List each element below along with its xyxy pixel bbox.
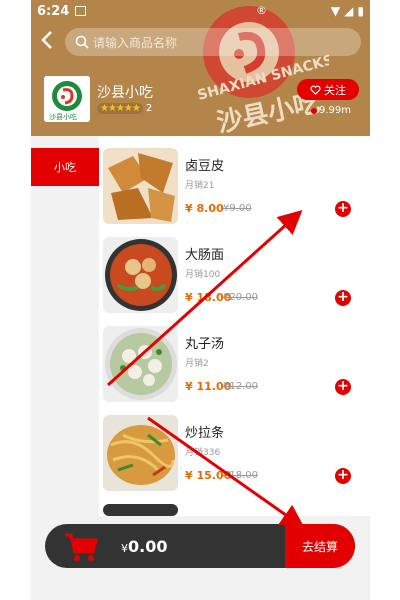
product-original-price: ¥18.00 bbox=[223, 470, 258, 481]
distance-value: 9.99m bbox=[319, 105, 352, 116]
cart-total-value: 0.00 bbox=[128, 537, 168, 556]
plus-icon: + bbox=[337, 289, 349, 305]
currency-symbol: ¥ bbox=[185, 291, 193, 304]
product-item[interactable]: 大肠面 月销100 ¥ 18.00 ¥20.00 + bbox=[99, 229, 370, 317]
product-original-price: ¥9.00 bbox=[223, 203, 252, 214]
category-sidebar: 小吃 bbox=[31, 136, 99, 516]
rating-count: 2 bbox=[145, 103, 153, 114]
product-sales: 月销21 bbox=[185, 181, 215, 191]
product-item[interactable]: 丸子汤 月销2 ¥ 11.00 ¥12.00 + bbox=[99, 318, 370, 406]
wifi-icon: ▼ bbox=[330, 4, 341, 18]
status-bar: 6:24 ® ▼ ◢ ▮ bbox=[31, 0, 370, 24]
product-item[interactable]: 炒拉条 月销336 ¥ 15.00 ¥18.00 + bbox=[99, 407, 370, 495]
cart-bar[interactable]: ¥0.00 去结算 bbox=[45, 524, 355, 568]
image-notification-icon bbox=[75, 6, 86, 16]
search-icon bbox=[75, 35, 89, 49]
product-sales: 月销100 bbox=[185, 270, 221, 280]
shopping-cart-icon[interactable] bbox=[63, 530, 99, 562]
battery-icon: ▮ bbox=[357, 4, 364, 18]
add-to-cart-button[interactable]: + bbox=[335, 379, 351, 395]
back-button[interactable] bbox=[40, 30, 62, 54]
store-rating: ★★★★★ 2 bbox=[97, 103, 152, 114]
plus-icon: + bbox=[337, 378, 349, 394]
product-item[interactable]: 卤豆皮 月销21 ¥ 8.00 ¥9.00 + bbox=[99, 140, 370, 228]
product-original-price: ¥20.00 bbox=[223, 292, 258, 303]
location-pin-icon bbox=[311, 107, 317, 114]
product-sales: 月销336 bbox=[185, 448, 221, 458]
registered-symbol: ® bbox=[256, 4, 267, 17]
plus-icon: + bbox=[337, 467, 349, 483]
add-to-cart-button[interactable]: + bbox=[335, 468, 351, 484]
currency-symbol: ¥ bbox=[185, 202, 193, 215]
store-logo-icon: 沙县小吃 bbox=[44, 76, 90, 122]
search-input[interactable] bbox=[93, 34, 343, 52]
add-to-cart-button[interactable]: + bbox=[335, 201, 351, 217]
checkout-button[interactable]: 去结算 bbox=[285, 524, 355, 568]
product-image bbox=[103, 237, 178, 313]
follow-button[interactable]: 关注 bbox=[297, 79, 359, 100]
product-image bbox=[103, 326, 178, 402]
product-image bbox=[103, 148, 178, 224]
add-to-cart-button[interactable]: + bbox=[335, 290, 351, 306]
cart-total: ¥0.00 bbox=[121, 537, 167, 556]
product-item[interactable] bbox=[99, 496, 370, 516]
product-name: 卤豆皮 bbox=[185, 159, 225, 174]
store-name: 沙县小吃 bbox=[97, 85, 153, 101]
product-price: ¥ 8.00 bbox=[185, 202, 224, 215]
price-value: 8.00 bbox=[196, 202, 224, 215]
app-screen: SHAXIAN SNACKS 沙县小吃 6:24 ® ▼ ◢ ▮ 请输入商品名称… bbox=[31, 0, 370, 600]
currency-symbol: ¥ bbox=[185, 469, 193, 482]
plus-icon: + bbox=[337, 200, 349, 216]
product-image bbox=[103, 415, 178, 491]
chevron-left-icon bbox=[41, 31, 52, 49]
store-header: SHAXIAN SNACKS 沙县小吃 6:24 ® ▼ ◢ ▮ 请输入商品名称… bbox=[31, 0, 370, 136]
signal-icon: ◢ bbox=[344, 4, 354, 18]
product-image bbox=[103, 504, 178, 516]
currency-symbol: ¥ bbox=[121, 542, 128, 555]
product-name: 大肠面 bbox=[185, 248, 225, 263]
search-bar[interactable] bbox=[65, 28, 361, 56]
status-time: 6:24 bbox=[37, 4, 70, 19]
rating-stars-icon: ★★★★★ bbox=[97, 103, 143, 114]
product-name: 炒拉条 bbox=[185, 426, 225, 441]
store-logo-text: 沙县小吃 bbox=[49, 112, 77, 121]
follow-label: 关注 bbox=[324, 83, 346, 97]
store-logo: 沙县小吃 bbox=[44, 76, 90, 122]
product-name: 丸子汤 bbox=[185, 337, 225, 352]
product-original-price: ¥12.00 bbox=[223, 381, 258, 392]
currency-symbol: ¥ bbox=[185, 380, 193, 393]
category-item-snacks[interactable]: 小吃 bbox=[31, 148, 99, 186]
heart-icon bbox=[310, 85, 321, 95]
product-sales: 月销2 bbox=[185, 359, 209, 369]
status-icons: ▼ ◢ ▮ bbox=[331, 4, 364, 18]
store-distance: 9.99m bbox=[311, 105, 351, 116]
product-list: 卤豆皮 月销21 ¥ 8.00 ¥9.00 + 大肠面 月销100 ¥ 18.0… bbox=[99, 136, 370, 516]
